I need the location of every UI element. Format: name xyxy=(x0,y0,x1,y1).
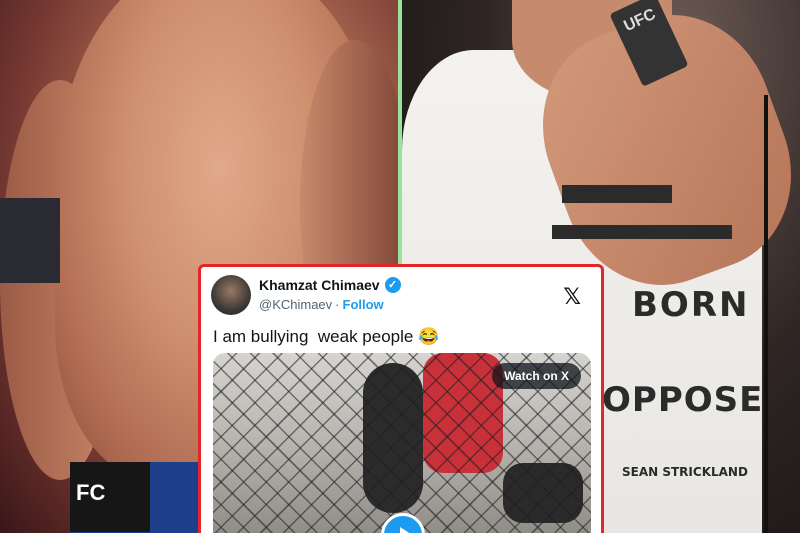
shorts-waistband-logo: FC xyxy=(70,462,150,532)
x-logo-icon[interactable]: 𝕏 xyxy=(563,285,581,310)
user-handle[interactable]: @KChimaev xyxy=(259,297,332,312)
print-bar xyxy=(552,225,732,239)
mic-cable xyxy=(764,95,768,533)
follow-button[interactable]: Follow xyxy=(343,297,384,312)
handle-row: @KChimaev · Follow xyxy=(259,297,384,312)
collage-canvas: FC UFC BORN OPPOSE SEAN STRICKLAND Khamz… xyxy=(0,0,800,533)
tweet-header: Khamzat Chimaev ✓ @KChimaev · Follow 𝕏 xyxy=(211,275,591,319)
separator-dot: · xyxy=(335,297,340,312)
shirt-tag-text: SEAN STRICKLAND xyxy=(622,465,748,479)
avatar[interactable] xyxy=(211,275,251,315)
display-name[interactable]: Khamzat Chimaev xyxy=(259,277,380,293)
shirt-word-oppose: OPPOSE xyxy=(602,380,764,420)
name-row: Khamzat Chimaev ✓ xyxy=(259,277,401,293)
tweet-video-media[interactable]: Watch on X xyxy=(213,353,591,533)
shirt-word-born: BORN xyxy=(632,285,750,325)
tweet-text: I am bullying weak people 😂 xyxy=(213,327,440,346)
print-bar xyxy=(562,185,672,203)
tweet-embed-card[interactable]: Khamzat Chimaev ✓ @KChimaev · Follow 𝕏 I a… xyxy=(198,264,604,533)
watch-on-x-button[interactable]: Watch on X xyxy=(492,363,581,389)
arena-banner xyxy=(0,198,60,283)
verified-badge-icon: ✓ xyxy=(384,277,401,293)
